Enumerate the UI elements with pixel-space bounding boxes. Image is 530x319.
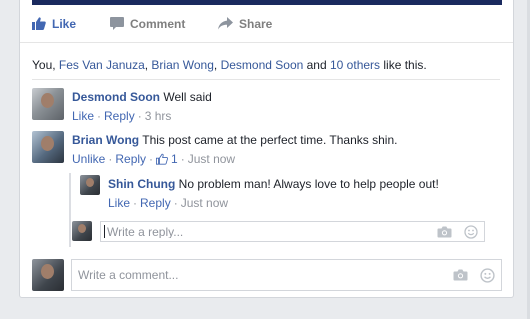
likes-prefix: You, xyxy=(32,58,59,72)
comment-timestamp[interactable]: 3 hrs xyxy=(145,109,172,123)
smiley-icon[interactable] xyxy=(464,224,478,239)
comment-unlike-link[interactable]: Unlike xyxy=(72,152,105,166)
reply-reply-link[interactable]: Reply xyxy=(140,196,171,210)
share-button[interactable]: Share xyxy=(218,5,272,42)
comment-input[interactable] xyxy=(72,260,441,290)
comment-button[interactable]: Comment xyxy=(110,5,185,42)
comment-reply-link[interactable]: Reply xyxy=(115,152,146,166)
comment-composer xyxy=(71,259,502,291)
dot-separator: · xyxy=(108,152,113,166)
reply-item: Shin Chung No problem man! Always love t… xyxy=(80,175,439,212)
camera-icon[interactable] xyxy=(453,269,468,281)
dot-separator: · xyxy=(149,152,154,166)
likes-separator: , xyxy=(213,58,221,72)
avatar[interactable] xyxy=(72,221,92,241)
likes-others-link[interactable]: 10 others xyxy=(330,58,380,72)
share-arrow-icon xyxy=(218,17,233,30)
reply-input[interactable] xyxy=(104,225,425,238)
likes-and: and xyxy=(303,58,330,72)
liker-link-2[interactable]: Brian Wong xyxy=(151,58,213,72)
reply-timestamp[interactable]: Just now xyxy=(181,196,228,210)
reply-author[interactable]: Shin Chung xyxy=(108,177,175,191)
reply-composer xyxy=(100,221,485,242)
share-button-label: Share xyxy=(239,16,273,31)
comment-reply-link[interactable]: Reply xyxy=(104,109,135,123)
dot-separator: · xyxy=(97,109,102,123)
comment-text: This post came at the perfect time. Than… xyxy=(142,133,398,147)
comment-like-link[interactable]: Like xyxy=(72,109,94,123)
thumbs-up-icon xyxy=(156,153,169,170)
comment-author[interactable]: Brian Wong xyxy=(72,133,139,147)
smiley-icon[interactable] xyxy=(480,267,495,283)
avatar[interactable] xyxy=(32,88,64,120)
camera-icon[interactable] xyxy=(437,226,452,238)
comment-item: Brian Wong This post came at the perfect… xyxy=(32,131,397,170)
liker-link-3[interactable]: Desmond Soon xyxy=(221,58,304,72)
avatar[interactable] xyxy=(80,175,100,195)
reply-like-link[interactable]: Like xyxy=(108,196,130,210)
comment-author[interactable]: Desmond Soon xyxy=(72,90,160,104)
like-button[interactable]: Like xyxy=(32,5,76,42)
post-actions-bar: Like Comment Share xyxy=(20,5,513,43)
comment-text: Well said xyxy=(163,90,212,104)
comment-item: Desmond Soon Well said Like · Reply · 3 hrs xyxy=(32,88,212,125)
dot-separator: · xyxy=(180,152,185,166)
comment-like-count[interactable]: 1 xyxy=(156,152,178,166)
liker-link-1[interactable]: Fes Van Januza xyxy=(59,58,145,72)
post-card: Like Comment Share You, Fes Van Januza, … xyxy=(19,0,514,298)
likes-suffix: like this. xyxy=(380,58,427,72)
likes-summary: You, Fes Van Januza, Brian Wong, Desmond… xyxy=(32,55,502,75)
dot-separator: · xyxy=(133,196,138,210)
replies-thread-line xyxy=(69,173,71,247)
comment-timestamp[interactable]: Just now xyxy=(188,152,235,166)
divider xyxy=(32,79,500,80)
dot-separator: · xyxy=(173,196,178,210)
avatar[interactable] xyxy=(32,131,64,163)
comment-button-label: Comment xyxy=(130,16,186,31)
thumbs-up-icon xyxy=(32,17,46,30)
avatar[interactable] xyxy=(32,259,64,291)
like-count-value: 1 xyxy=(171,152,178,166)
like-button-label: Like xyxy=(52,16,77,31)
speech-bubble-icon xyxy=(110,17,124,30)
dot-separator: · xyxy=(137,109,142,123)
reply-text: No problem man! Always love to help peop… xyxy=(178,177,439,191)
